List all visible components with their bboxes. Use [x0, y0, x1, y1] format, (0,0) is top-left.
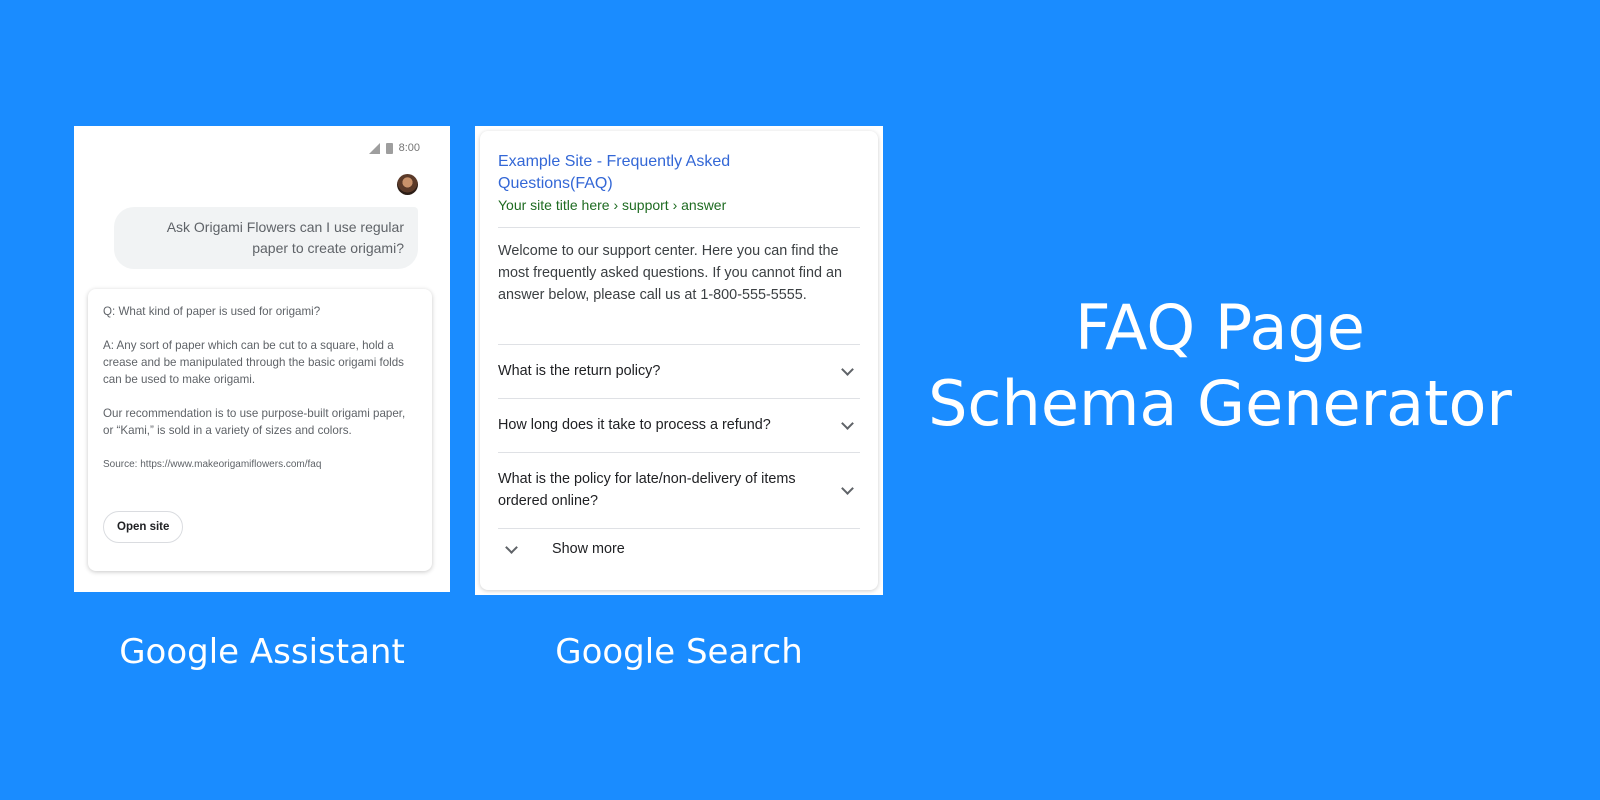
- faq-item[interactable]: What is the return policy?: [498, 360, 860, 382]
- faq-recommendation: Our recommendation is to use purpose-bui…: [103, 407, 406, 437]
- show-more-label: Show more: [552, 541, 625, 557]
- divider: [498, 227, 860, 228]
- search-result-card: Example Site - Frequently Asked Question…: [480, 131, 878, 590]
- avatar: [397, 174, 418, 195]
- result-breadcrumb: Your site title here › support › answer: [498, 197, 727, 213]
- faq-item-question: What is the policy for late/non-delivery…: [498, 471, 796, 509]
- caption-google-search: Google Search: [555, 632, 803, 672]
- faq-item-question: What is the return policy?: [498, 363, 661, 379]
- faq-question: Q: What kind of paper is used for origam…: [103, 305, 321, 318]
- divider: [498, 528, 860, 529]
- chevron-down-icon[interactable]: [841, 481, 854, 495]
- faq-source: Source: https://www.makeorigamiflowers.c…: [103, 459, 322, 470]
- caption-google-assistant: Google Assistant: [119, 632, 405, 672]
- battery-icon: [385, 142, 393, 154]
- search-screenshot: Example Site - Frequently Asked Question…: [475, 126, 883, 595]
- faq-item[interactable]: How long does it take to process a refun…: [498, 414, 860, 436]
- faq-answer: A: Any sort of paper which can be cut to…: [103, 339, 404, 386]
- signal-icon: [368, 142, 380, 154]
- status-bar: 8:00: [368, 142, 420, 154]
- open-site-button[interactable]: Open site: [103, 511, 184, 543]
- user-query-bubble: Ask Origami Flowers can I use regular pa…: [114, 207, 418, 269]
- divider: [498, 398, 860, 399]
- chevron-down-icon: [505, 540, 518, 554]
- result-snippet: Welcome to our support center. Here you …: [498, 243, 842, 303]
- chevron-down-icon[interactable]: [841, 362, 854, 376]
- show-more-button[interactable]: Show more: [498, 540, 625, 557]
- divider: [498, 452, 860, 453]
- assistant-screenshot: 8:00 Ask Origami Flowers can I use regul…: [74, 126, 450, 592]
- title-line-1: FAQ Page: [1075, 291, 1365, 364]
- status-time: 8:00: [398, 142, 420, 154]
- faq-answer-card: Q: What kind of paper is used for origam…: [88, 289, 432, 571]
- chevron-down-icon[interactable]: [841, 416, 854, 430]
- page-title: FAQ Page Schema Generator: [905, 290, 1535, 442]
- title-line-2: Schema Generator: [928, 367, 1512, 440]
- divider: [498, 344, 860, 345]
- faq-item[interactable]: What is the policy for late/non-delivery…: [498, 468, 860, 512]
- faq-item-question: How long does it take to process a refun…: [498, 417, 771, 433]
- result-title-link[interactable]: Example Site - Frequently Asked Question…: [498, 151, 798, 195]
